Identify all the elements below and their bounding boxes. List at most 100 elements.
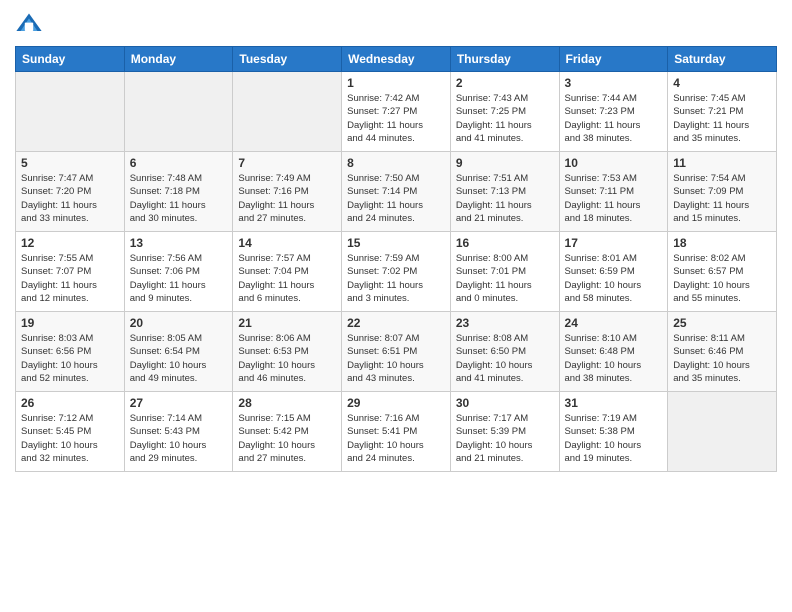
header-tuesday: Tuesday [233, 47, 342, 72]
calendar-table: Sunday Monday Tuesday Wednesday Thursday… [15, 46, 777, 472]
day-number: 17 [565, 236, 663, 250]
logo [15, 10, 45, 38]
header-wednesday: Wednesday [342, 47, 451, 72]
day-info: Sunrise: 8:10 AM Sunset: 6:48 PM Dayligh… [565, 332, 663, 385]
day-cell: 15 Sunrise: 7:59 AM Sunset: 7:02 PM Dayli… [342, 232, 451, 312]
day-info: Sunrise: 7:47 AM Sunset: 7:20 PM Dayligh… [21, 172, 119, 225]
day-number: 2 [456, 76, 554, 90]
header-monday: Monday [124, 47, 233, 72]
day-info: Sunrise: 8:08 AM Sunset: 6:50 PM Dayligh… [456, 332, 554, 385]
page-container: Sunday Monday Tuesday Wednesday Thursday… [0, 0, 792, 612]
day-cell [668, 392, 777, 472]
day-number: 8 [347, 156, 445, 170]
day-number: 31 [565, 396, 663, 410]
day-cell: 31 Sunrise: 7:19 AM Sunset: 5:38 PM Dayli… [559, 392, 668, 472]
day-info: Sunrise: 7:43 AM Sunset: 7:25 PM Dayligh… [456, 92, 554, 145]
day-cell: 29 Sunrise: 7:16 AM Sunset: 5:41 PM Dayli… [342, 392, 451, 472]
day-cell: 11 Sunrise: 7:54 AM Sunset: 7:09 PM Dayli… [668, 152, 777, 232]
logo-icon [15, 10, 43, 38]
day-info: Sunrise: 7:56 AM Sunset: 7:06 PM Dayligh… [130, 252, 228, 305]
day-number: 14 [238, 236, 336, 250]
day-info: Sunrise: 7:15 AM Sunset: 5:42 PM Dayligh… [238, 412, 336, 465]
day-cell [233, 72, 342, 152]
day-cell: 22 Sunrise: 8:07 AM Sunset: 6:51 PM Dayli… [342, 312, 451, 392]
day-info: Sunrise: 7:57 AM Sunset: 7:04 PM Dayligh… [238, 252, 336, 305]
header-saturday: Saturday [668, 47, 777, 72]
day-cell: 28 Sunrise: 7:15 AM Sunset: 5:42 PM Dayli… [233, 392, 342, 472]
calendar-header: Sunday Monday Tuesday Wednesday Thursday… [16, 47, 777, 72]
day-info: Sunrise: 7:51 AM Sunset: 7:13 PM Dayligh… [456, 172, 554, 225]
day-cell: 1Sunrise: 7:42 AM Sunset: 7:27 PM Daylig… [342, 72, 451, 152]
day-info: Sunrise: 7:45 AM Sunset: 7:21 PM Dayligh… [673, 92, 771, 145]
day-cell: 19Sunrise: 8:03 AM Sunset: 6:56 PM Dayli… [16, 312, 125, 392]
week-row-5: 26 Sunrise: 7:12 AM Sunset: 5:45 PM Dayli… [16, 392, 777, 472]
header-thursday: Thursday [450, 47, 559, 72]
day-number: 28 [238, 396, 336, 410]
day-info: Sunrise: 7:53 AM Sunset: 7:11 PM Dayligh… [565, 172, 663, 225]
day-info: Sunrise: 8:06 AM Sunset: 6:53 PM Dayligh… [238, 332, 336, 385]
day-number: 21 [238, 316, 336, 330]
day-cell: 26 Sunrise: 7:12 AM Sunset: 5:45 PM Dayli… [16, 392, 125, 472]
day-number: 18 [673, 236, 771, 250]
day-cell: 18 Sunrise: 8:02 AM Sunset: 6:57 PM Dayli… [668, 232, 777, 312]
week-row-1: 1Sunrise: 7:42 AM Sunset: 7:27 PM Daylig… [16, 72, 777, 152]
day-info: Sunrise: 7:55 AM Sunset: 7:07 PM Dayligh… [21, 252, 119, 305]
day-cell: 25 Sunrise: 8:11 AM Sunset: 6:46 PM Dayli… [668, 312, 777, 392]
day-number: 27 [130, 396, 228, 410]
day-number: 3 [565, 76, 663, 90]
day-cell: 17Sunrise: 8:01 AM Sunset: 6:59 PM Dayli… [559, 232, 668, 312]
day-info: Sunrise: 7:16 AM Sunset: 5:41 PM Dayligh… [347, 412, 445, 465]
day-number: 22 [347, 316, 445, 330]
day-number: 7 [238, 156, 336, 170]
day-info: Sunrise: 7:42 AM Sunset: 7:27 PM Dayligh… [347, 92, 445, 145]
day-number: 19 [21, 316, 119, 330]
calendar-body: 1Sunrise: 7:42 AM Sunset: 7:27 PM Daylig… [16, 72, 777, 472]
header-friday: Friday [559, 47, 668, 72]
day-number: 13 [130, 236, 228, 250]
day-number: 25 [673, 316, 771, 330]
day-number: 16 [456, 236, 554, 250]
day-cell: 23Sunrise: 8:08 AM Sunset: 6:50 PM Dayli… [450, 312, 559, 392]
day-info: Sunrise: 8:07 AM Sunset: 6:51 PM Dayligh… [347, 332, 445, 385]
day-info: Sunrise: 8:02 AM Sunset: 6:57 PM Dayligh… [673, 252, 771, 305]
day-number: 12 [21, 236, 119, 250]
day-cell: 3 Sunrise: 7:44 AM Sunset: 7:23 PM Daylig… [559, 72, 668, 152]
day-number: 26 [21, 396, 119, 410]
day-number: 6 [130, 156, 228, 170]
day-cell: 27Sunrise: 7:14 AM Sunset: 5:43 PM Dayli… [124, 392, 233, 472]
day-number: 15 [347, 236, 445, 250]
day-info: Sunrise: 7:17 AM Sunset: 5:39 PM Dayligh… [456, 412, 554, 465]
day-info: Sunrise: 7:54 AM Sunset: 7:09 PM Dayligh… [673, 172, 771, 225]
day-cell: 21 Sunrise: 8:06 AM Sunset: 6:53 PM Dayli… [233, 312, 342, 392]
day-info: Sunrise: 8:05 AM Sunset: 6:54 PM Dayligh… [130, 332, 228, 385]
day-number: 24 [565, 316, 663, 330]
day-cell: 7 Sunrise: 7:49 AM Sunset: 7:16 PM Daylig… [233, 152, 342, 232]
day-number: 10 [565, 156, 663, 170]
weekday-header-row: Sunday Monday Tuesday Wednesday Thursday… [16, 47, 777, 72]
header-sunday: Sunday [16, 47, 125, 72]
day-info: Sunrise: 8:11 AM Sunset: 6:46 PM Dayligh… [673, 332, 771, 385]
day-cell: 2 Sunrise: 7:43 AM Sunset: 7:25 PM Daylig… [450, 72, 559, 152]
day-number: 30 [456, 396, 554, 410]
day-cell: 12 Sunrise: 7:55 AM Sunset: 7:07 PM Dayli… [16, 232, 125, 312]
day-cell: 4 Sunrise: 7:45 AM Sunset: 7:21 PM Daylig… [668, 72, 777, 152]
day-info: Sunrise: 7:50 AM Sunset: 7:14 PM Dayligh… [347, 172, 445, 225]
day-number: 20 [130, 316, 228, 330]
day-info: Sunrise: 7:59 AM Sunset: 7:02 PM Dayligh… [347, 252, 445, 305]
day-info: Sunrise: 7:44 AM Sunset: 7:23 PM Dayligh… [565, 92, 663, 145]
day-info: Sunrise: 7:19 AM Sunset: 5:38 PM Dayligh… [565, 412, 663, 465]
day-cell: 14 Sunrise: 7:57 AM Sunset: 7:04 PM Dayli… [233, 232, 342, 312]
day-number: 11 [673, 156, 771, 170]
day-info: Sunrise: 7:12 AM Sunset: 5:45 PM Dayligh… [21, 412, 119, 465]
week-row-3: 12 Sunrise: 7:55 AM Sunset: 7:07 PM Dayli… [16, 232, 777, 312]
day-info: Sunrise: 7:49 AM Sunset: 7:16 PM Dayligh… [238, 172, 336, 225]
day-number: 5 [21, 156, 119, 170]
day-info: Sunrise: 7:48 AM Sunset: 7:18 PM Dayligh… [130, 172, 228, 225]
day-cell [124, 72, 233, 152]
week-row-4: 19Sunrise: 8:03 AM Sunset: 6:56 PM Dayli… [16, 312, 777, 392]
day-cell: 13 Sunrise: 7:56 AM Sunset: 7:06 PM Dayli… [124, 232, 233, 312]
day-cell [16, 72, 125, 152]
day-number: 29 [347, 396, 445, 410]
day-number: 9 [456, 156, 554, 170]
day-number: 4 [673, 76, 771, 90]
